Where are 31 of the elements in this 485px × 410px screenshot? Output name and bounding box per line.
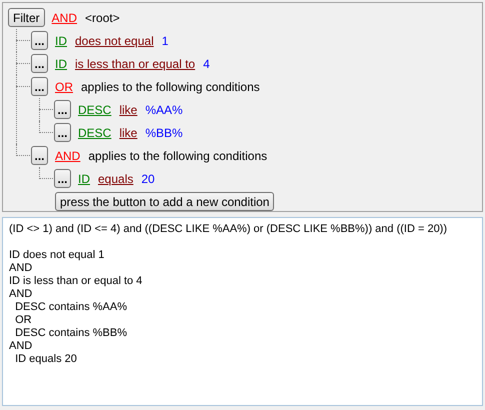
- filter-button[interactable]: Filter: [8, 8, 45, 27]
- field-link[interactable]: ID: [55, 34, 67, 48]
- value-text[interactable]: 4: [203, 56, 210, 70]
- value-text[interactable]: %BB%: [145, 126, 183, 140]
- condition-menu-button[interactable]: ...: [31, 31, 48, 50]
- condition-menu-button[interactable]: ...: [31, 146, 48, 165]
- condition-menu-button[interactable]: ...: [31, 54, 48, 73]
- condition-menu-button[interactable]: ...: [31, 77, 48, 96]
- root-label: <root>: [85, 10, 120, 24]
- field-link[interactable]: DESC: [78, 126, 112, 140]
- value-text[interactable]: 1: [162, 34, 168, 48]
- operator-link[interactable]: like: [119, 126, 138, 140]
- value-text[interactable]: %AA%: [145, 102, 183, 116]
- group-label: applies to the following conditions: [88, 148, 268, 162]
- condition-menu-button[interactable]: ...: [54, 123, 71, 142]
- operator-link[interactable]: is less than or equal to: [75, 56, 196, 70]
- value-text[interactable]: 20: [141, 172, 155, 186]
- logic-operator-link[interactable]: AND: [52, 10, 78, 24]
- condition-menu-button[interactable]: ...: [54, 169, 71, 188]
- logic-operator-link[interactable]: AND: [55, 148, 80, 162]
- group-label: applies to the following conditions: [81, 80, 260, 94]
- query-text-area[interactable]: (ID <> 1) and (ID <= 4) and ((DESC LIKE %AA%) or (DESC LIKE %BB%)) and ((ID = 20)) ID does not equal 1 AND ID is less than or equal to 4 AND DESC contains %AA% OR DESC contains %BB% AND ID equals 20: [2, 217, 483, 406]
- field-link[interactable]: ID: [55, 56, 67, 70]
- operator-link[interactable]: does not equal: [75, 34, 154, 48]
- field-link[interactable]: ID: [78, 172, 90, 186]
- operator-link[interactable]: equals: [98, 172, 134, 186]
- condition-menu-button[interactable]: ...: [54, 100, 71, 119]
- add-condition-button[interactable]: press the button to add a new condition: [55, 192, 274, 211]
- field-link[interactable]: DESC: [78, 102, 112, 116]
- operator-link[interactable]: like: [119, 102, 138, 116]
- logic-operator-link[interactable]: OR: [55, 80, 73, 94]
